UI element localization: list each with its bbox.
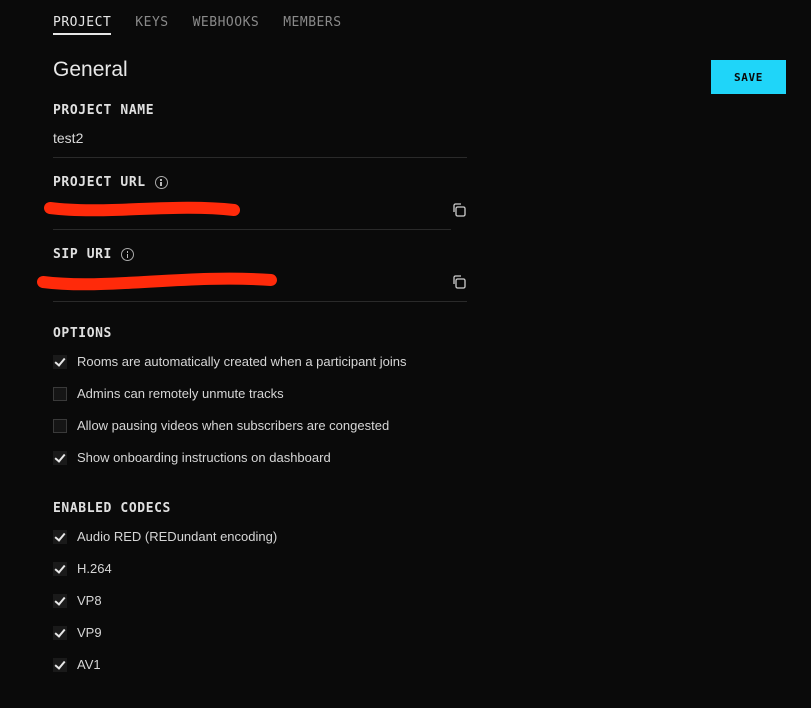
option-label: Admins can remotely unmute tracks [77, 386, 284, 401]
tab-bar: PROJECT KEYS WEBHOOKS MEMBERS [53, 15, 366, 35]
codec-label: VP8 [77, 593, 102, 608]
codec-label: VP9 [77, 625, 102, 640]
tab-keys[interactable]: KEYS [135, 15, 168, 35]
project-name-label: PROJECT NAME [53, 103, 154, 118]
option-auto-create-rooms[interactable]: Rooms are automatically created when a p… [53, 354, 407, 369]
project-url-label: PROJECT URL [53, 175, 168, 190]
divider [53, 229, 451, 230]
codec-label: Audio RED (REDundant encoding) [77, 529, 278, 544]
option-onboarding[interactable]: Show onboarding instructions on dashboar… [53, 450, 331, 465]
tab-members[interactable]: MEMBERS [283, 15, 341, 35]
checkbox[interactable] [53, 625, 67, 640]
option-remote-unmute[interactable]: Admins can remotely unmute tracks [53, 386, 284, 401]
codec-av1[interactable]: AV1 [53, 657, 101, 672]
codec-vp8[interactable]: VP8 [53, 593, 102, 608]
option-label: Allow pausing videos when subscribers ar… [77, 418, 390, 433]
page-title: General [53, 58, 128, 81]
checkbox[interactable] [53, 450, 67, 465]
codecs-heading: ENABLED CODECS [53, 501, 171, 516]
codec-label: H.264 [77, 561, 112, 576]
info-icon[interactable] [154, 176, 168, 189]
checkbox[interactable] [53, 386, 67, 401]
project-url-label-text: PROJECT URL [53, 175, 146, 190]
codec-label: AV1 [77, 657, 101, 672]
codec-h264[interactable]: H.264 [53, 561, 112, 576]
project-name-label-text: PROJECT NAME [53, 103, 155, 118]
checkbox[interactable] [53, 593, 67, 608]
codec-audio-red[interactable]: Audio RED (REDundant encoding) [53, 529, 277, 544]
sip-uri-label: SIP URI [53, 247, 134, 262]
sip-uri-label-text: SIP URI [53, 247, 112, 262]
option-label: Show onboarding instructions on dashboar… [77, 450, 331, 465]
divider [53, 157, 467, 158]
project-name-value[interactable]: test2 [53, 130, 83, 146]
option-pause-videos[interactable]: Allow pausing videos when subscribers ar… [53, 418, 389, 433]
checkbox[interactable] [53, 418, 67, 433]
redaction-mark [37, 272, 277, 291]
save-button[interactable]: SAVE [711, 60, 786, 94]
copy-icon[interactable] [451, 202, 467, 218]
tab-webhooks[interactable]: WEBHOOKS [193, 15, 260, 35]
option-label: Rooms are automatically created when a p… [77, 354, 407, 369]
codec-vp9[interactable]: VP9 [53, 625, 102, 640]
copy-icon[interactable] [451, 274, 467, 290]
checkbox[interactable] [53, 354, 67, 369]
options-heading: OPTIONS [53, 326, 112, 341]
checkbox[interactable] [53, 657, 67, 672]
divider [53, 301, 467, 302]
info-icon[interactable] [121, 248, 134, 261]
redaction-mark [44, 201, 240, 217]
checkbox[interactable] [53, 529, 67, 544]
tab-project[interactable]: PROJECT [53, 15, 112, 35]
checkbox[interactable] [53, 561, 67, 576]
